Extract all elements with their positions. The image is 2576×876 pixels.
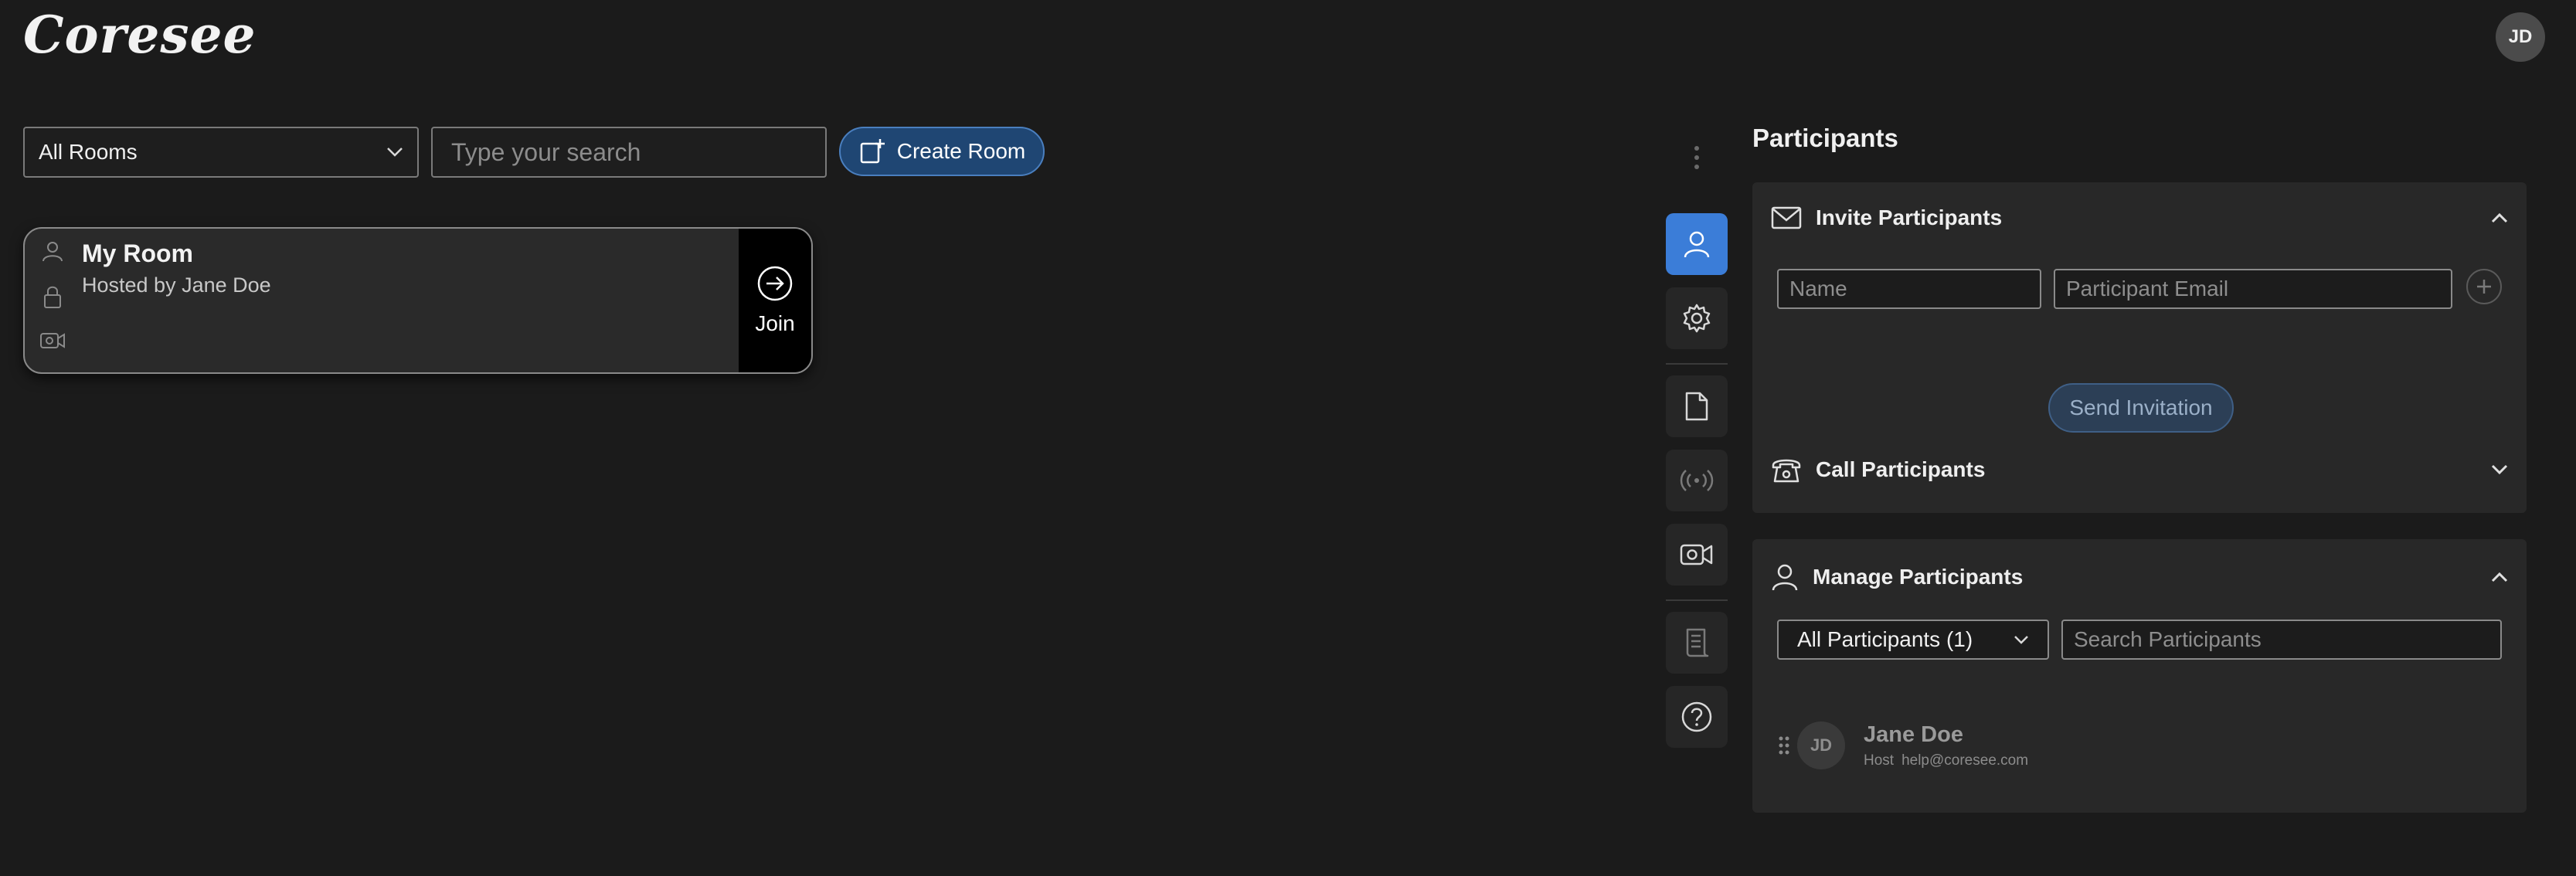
room-filter-value: All Rooms: [39, 140, 138, 164]
arrow-right-circle-icon: [757, 266, 793, 301]
participant-name: Jane Doe: [1864, 722, 1963, 747]
toolbar-divider: [1666, 363, 1728, 365]
invite-name-input[interactable]: [1777, 269, 2041, 309]
broadcast-icon: [1680, 470, 1714, 491]
room-host: Hosted by Jane Doe: [82, 273, 271, 297]
transcript-tab-button[interactable]: [1666, 612, 1728, 674]
plus-icon: [2477, 280, 2491, 294]
telephone-icon: [1772, 459, 1801, 483]
join-room-button[interactable]: Join: [739, 229, 811, 372]
room-filter-select[interactable]: All Rooms: [23, 127, 419, 178]
participant-filter-value: All Participants (1): [1797, 627, 1973, 651]
user-icon: [42, 242, 63, 262]
invite-participants-header[interactable]: Invite Participants: [1771, 205, 2508, 230]
broadcast-tab-button[interactable]: [1666, 450, 1728, 511]
toolbar-divider: [1666, 599, 1728, 601]
call-participants-heading: Call Participants: [1816, 457, 1986, 481]
settings-tab-button[interactable]: [1666, 287, 1728, 349]
scroll-icon: [1686, 628, 1709, 657]
app-logo[interactable]: Coresee: [23, 5, 256, 65]
invite-participants-heading: Invite Participants: [1816, 205, 2003, 229]
room-title: My Room: [82, 239, 193, 267]
room-search-input[interactable]: [431, 127, 827, 178]
drag-handle-icon[interactable]: [1777, 735, 1791, 756]
user-avatar[interactable]: JD: [2496, 12, 2545, 62]
room-card[interactable]: My Room Hosted by Jane Doe Join: [23, 227, 813, 374]
manage-participants-card: Manage Participants All Participants (1)…: [1752, 539, 2527, 813]
create-room-button[interactable]: Create Room: [839, 127, 1045, 176]
chevron-up-icon: [2491, 572, 2508, 582]
participant-row[interactable]: JD Jane Doe Host help@coresee.com: [1777, 718, 2508, 772]
send-invitation-button[interactable]: Send Invitation: [2048, 383, 2234, 433]
participants-tab-button[interactable]: [1666, 213, 1728, 275]
documents-tab-button[interactable]: [1666, 375, 1728, 437]
add-participant-button[interactable]: [2466, 269, 2502, 304]
invite-call-card: Invite Participants Send Invitation Call…: [1752, 182, 2527, 513]
chevron-down-icon: [2014, 636, 2028, 644]
user-icon: [1684, 231, 1710, 258]
participant-email: help@coresee.com: [1901, 752, 2029, 769]
participant-search-input[interactable]: [2061, 620, 2502, 660]
participant-filter-select[interactable]: All Participants (1): [1777, 620, 2049, 660]
chevron-down-icon: [387, 148, 403, 157]
lock-icon: [44, 286, 61, 308]
user-icon: [1772, 564, 1798, 591]
create-room-label: Create Room: [896, 139, 1026, 163]
gear-icon: [1683, 304, 1711, 333]
participant-avatar: JD: [1797, 722, 1845, 769]
more-options-icon[interactable]: [1686, 144, 1708, 171]
chevron-up-icon: [2491, 212, 2508, 223]
panel-title: Participants: [1752, 124, 1898, 152]
participant-role: Host: [1864, 752, 1895, 769]
video-tab-button[interactable]: [1666, 524, 1728, 586]
join-label: Join: [755, 311, 795, 335]
video-camera-icon: [40, 333, 65, 348]
manage-participants-header[interactable]: Manage Participants: [1771, 562, 2508, 592]
add-room-icon: [860, 139, 885, 164]
call-participants-header[interactable]: Call Participants: [1771, 456, 2508, 484]
video-camera-icon: [1680, 544, 1713, 565]
help-icon: [1681, 701, 1712, 732]
invite-email-input[interactable]: [2054, 269, 2452, 309]
chevron-down-icon: [2491, 464, 2508, 475]
manage-participants-heading: Manage Participants: [1813, 565, 2024, 589]
envelope-icon: [1771, 206, 1802, 229]
document-icon: [1685, 392, 1708, 421]
help-tab-button[interactable]: [1666, 686, 1728, 748]
